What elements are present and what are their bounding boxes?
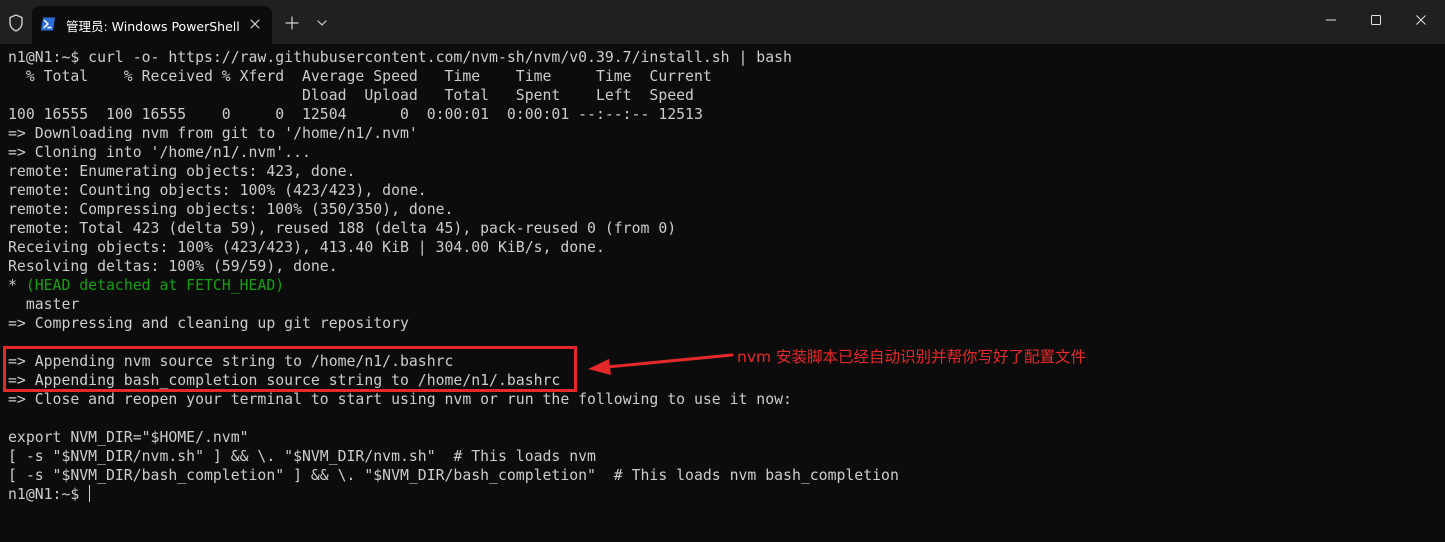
powershell-icon [40,16,56,32]
prompt: n1@N1:~$ [8,486,89,503]
head-detached-text: (HEAD detached at FETCH_HEAD) [25,277,285,294]
terminal-line: => Downloading nvm from git to '/home/n1… [8,125,418,142]
tab-title: 管理员: Windows PowerShell [66,19,240,34]
terminal-line: export NVM_DIR="$HOME/.nvm" [8,429,249,446]
terminal-line: Resolving deltas: 100% (59/59), done. [8,258,338,275]
terminal-line: Dload Upload Total Spent Left Speed [8,87,694,104]
terminal-line: master [8,296,80,313]
terminal-line: [ -s "$NVM_DIR/bash_completion" ] && \. … [8,467,899,484]
shield-icon [6,13,26,33]
terminal-line: remote: Counting objects: 100% (423/423)… [8,182,427,199]
powershell-window: 管理员: Windows PowerShell n1@N1:~$ curl -o… [0,0,1445,542]
terminal-line: => Compressing and cleaning up git repos… [8,315,409,332]
close-icon[interactable] [244,13,266,35]
minimize-icon[interactable] [1307,0,1355,40]
terminal-line: % Total % Received % Xferd Average Speed… [8,68,712,85]
close-window-icon[interactable] [1397,0,1445,40]
terminal-line: 100 16555 100 16555 0 0 12504 0 0:00:01 … [8,106,703,123]
maximize-icon[interactable] [1352,0,1400,40]
chevron-down-icon[interactable] [311,12,333,34]
terminal-line: remote: Enumerating objects: 423, done. [8,163,356,180]
terminal-line: n1@N1:~$ curl -o- https://raw.githubuser… [8,49,792,66]
tab-powershell[interactable]: 管理员: Windows PowerShell [32,6,272,44]
terminal-output[interactable]: n1@N1:~$ curl -o- https://raw.githubuser… [8,48,1438,504]
terminal-line: => Close and reopen your terminal to sta… [8,391,792,408]
head-prefix: * [8,277,26,294]
terminal-line: [ -s "$NVM_DIR/nvm.sh" ] && \. "$NVM_DIR… [8,448,596,465]
git-head-line: * (HEAD detached at FETCH_HEAD) [8,276,1438,295]
highlight-box [3,346,577,392]
terminal-line: remote: Compressing objects: 100% (350/3… [8,201,454,218]
annotation-arrow [588,353,734,375]
prompt-line[interactable]: n1@N1:~$ [8,485,1438,504]
terminal-line: => Cloning into '/home/n1/.nvm'... [8,144,311,161]
plus-icon[interactable] [281,12,303,34]
annotation-text: nvm 安装脚本已经自动识别并帮你写好了配置文件 [737,348,1087,366]
text-cursor [89,485,91,502]
terminal-line: Receiving objects: 100% (423/423), 413.4… [8,239,605,256]
terminal-line: remote: Total 423 (delta 59), reused 188… [8,220,677,237]
title-bar[interactable]: 管理员: Windows PowerShell [0,0,1445,44]
